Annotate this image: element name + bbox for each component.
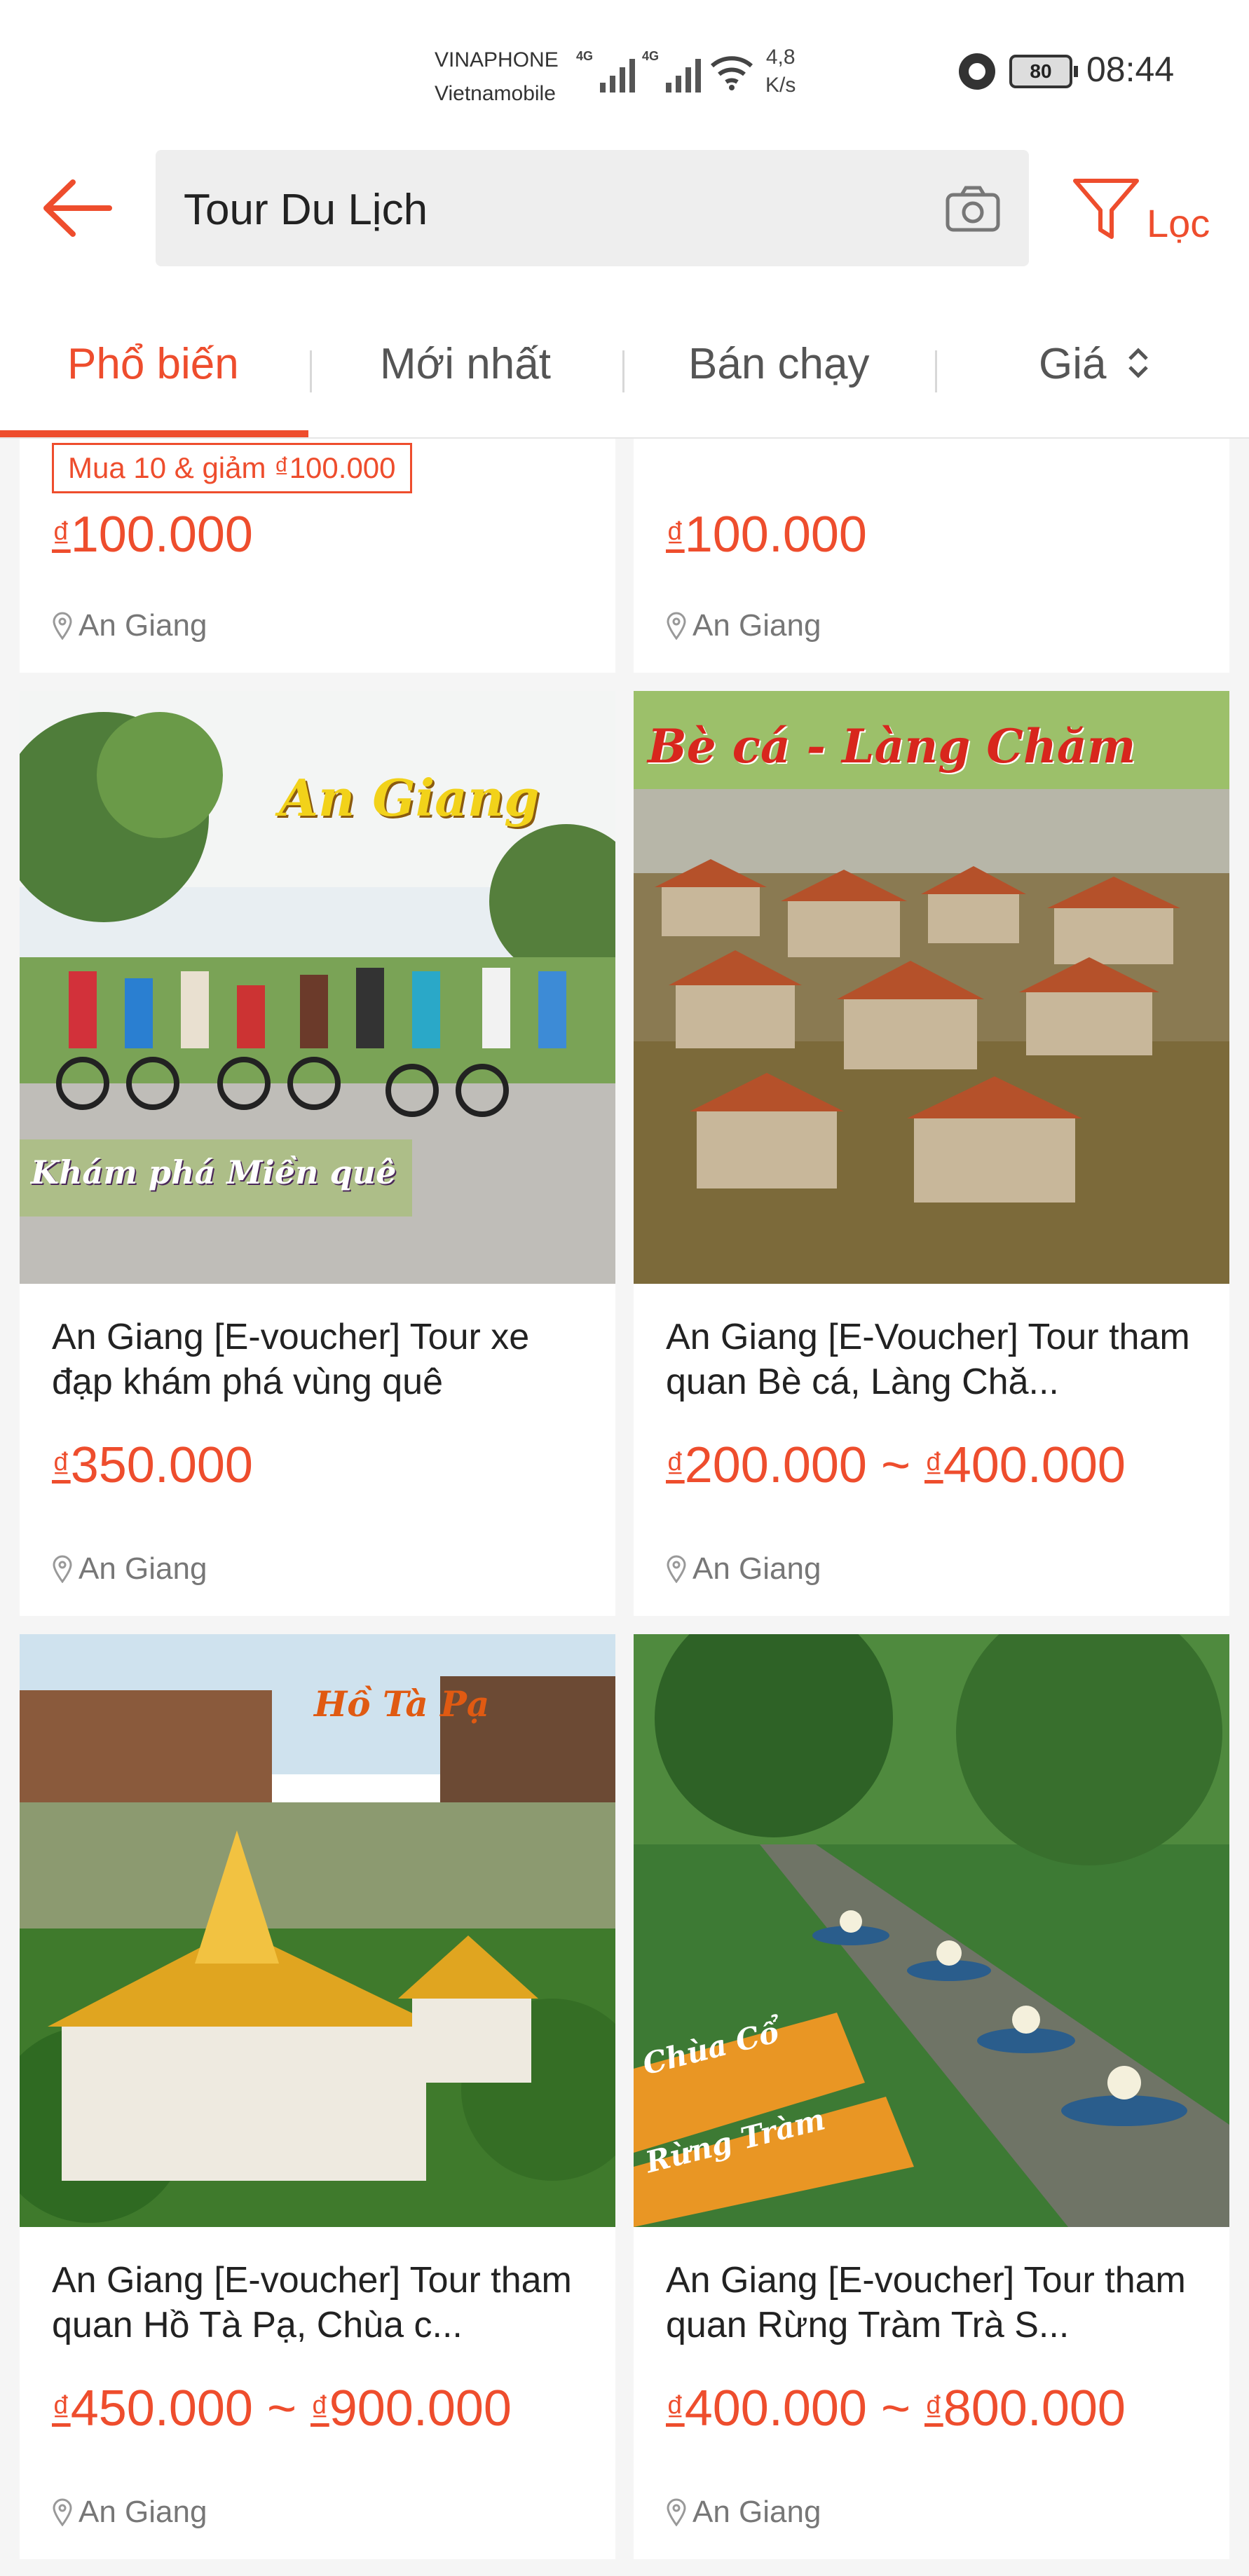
product-price: ₫450.000 ~ ₫900.000: [52, 2380, 512, 2437]
product-card[interactable]: Mua 10 & giảm ₫100.000 ₫100.000 An Giang: [20, 439, 615, 673]
tab-price-label: Giá: [1039, 340, 1107, 388]
product-title: An Giang [E-voucher] Tour tham quan Hồ T…: [52, 2260, 572, 2345]
tab-divider: [622, 350, 624, 392]
alarm-icon: [959, 53, 995, 90]
image-caption: Hồ Tà Pạ: [314, 1683, 490, 1725]
product-price: ₫200.000 ~ ₫400.000: [666, 1437, 1126, 1493]
product-card[interactable]: Chùa Cổ Rừng Tràm An Giang [E-voucher] T…: [634, 1634, 1229, 2559]
network-speed: 4,8 K/s: [765, 46, 796, 97]
product-price: ₫400.000 ~ ₫800.000: [666, 2380, 1126, 2437]
image-caption: Bè cá - Làng Chăm: [648, 719, 1136, 774]
filter-button[interactable]: Lọc: [1072, 171, 1249, 248]
location-pin-icon: [53, 612, 72, 640]
battery-icon: 80: [1009, 55, 1078, 88]
product-card[interactable]: Hồ Tà Pạ An Giang [E-voucher] Tour tham …: [20, 1634, 615, 2559]
product-title: An Giang [E-voucher] Tour tham quan Rừng…: [666, 2260, 1186, 2345]
location-pin-icon: [667, 2498, 686, 2526]
clock: 08:44: [1086, 50, 1175, 89]
tab-price[interactable]: Giá: [1039, 339, 1152, 389]
image-caption: Khám phá Miền quê: [31, 1153, 397, 1191]
product-title: An Giang [E-voucher] Tour xe đạp khám ph…: [52, 1317, 530, 1402]
signal-2-icon: 4G: [642, 49, 701, 93]
location-pin-icon: [667, 1555, 686, 1583]
search-query: Tour Du Lịch: [184, 186, 428, 234]
voucher-badge: Mua 10 & giảm ₫100.000: [52, 443, 412, 493]
network-type-1: 4G: [576, 49, 594, 63]
location-pin-icon: [53, 1555, 72, 1583]
active-tab-indicator: [0, 430, 308, 437]
filter-label: Lọc: [1147, 201, 1210, 245]
product-image: [634, 691, 1229, 1284]
product-price: ₫100.000: [666, 507, 867, 563]
sort-tabs: Phổ biến Mới nhất Bán chạy Giá: [0, 280, 1249, 439]
product-location: An Giang: [666, 2495, 821, 2530]
camera-icon[interactable]: [945, 184, 1001, 233]
status-bar: VINAPHONE Vietnamobile 4G 4G 4,8 K/s 80 …: [0, 0, 1249, 140]
product-title: An Giang [E-Voucher] Tour tham quan Bè c…: [666, 1317, 1190, 1402]
carrier-2: Vietnamobile: [435, 82, 556, 105]
location-pin-icon: [667, 612, 686, 640]
signal-1-icon: 4G: [576, 49, 635, 93]
product-card[interactable]: An Giang Khám phá Miền quê An Giang [E-v…: [20, 691, 615, 1616]
sort-arrows-icon: [1128, 348, 1148, 378]
product-price: ₫350.000: [52, 1437, 253, 1493]
tab-divider: [310, 350, 312, 392]
tab-popular[interactable]: Phổ biến: [67, 339, 239, 389]
product-location: An Giang: [52, 608, 207, 643]
filter-icon: [1073, 179, 1139, 239]
product-location: An Giang: [666, 1551, 821, 1587]
product-card[interactable]: ₫100.000 An Giang: [634, 439, 1229, 673]
back-arrow-icon[interactable]: [39, 177, 116, 240]
location-pin-icon: [53, 2498, 72, 2526]
product-location: An Giang: [52, 1551, 207, 1587]
tab-divider: [935, 350, 937, 392]
wifi-icon: [711, 56, 753, 90]
tab-newest[interactable]: Mới nhất: [380, 339, 551, 389]
product-card[interactable]: Bè cá - Làng Chăm An Giang [E-Voucher] T…: [634, 691, 1229, 1616]
product-location: An Giang: [52, 2495, 207, 2530]
tab-best-selling[interactable]: Bán chạy: [688, 339, 870, 389]
carrier-1: VINAPHONE: [435, 48, 559, 71]
carrier-info: VINAPHONE Vietnamobile: [435, 43, 559, 111]
product-price: ₫100.000: [52, 507, 253, 563]
network-type-2: 4G: [642, 49, 660, 63]
search-input[interactable]: Tour Du Lịch: [156, 150, 1029, 266]
image-caption: An Giang: [279, 768, 540, 828]
search-header: Tour Du Lịch Lọc: [0, 140, 1249, 280]
product-location: An Giang: [666, 608, 821, 643]
